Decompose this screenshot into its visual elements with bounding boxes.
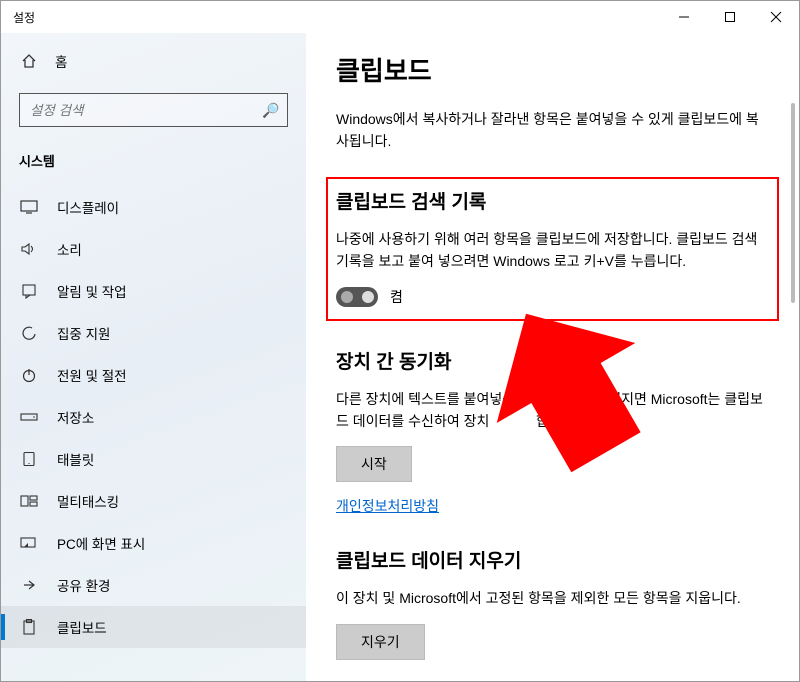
window-title: 설정 — [13, 9, 35, 26]
nav-label: 알림 및 작업 — [57, 281, 127, 301]
sidebar-item-sound[interactable]: 소리 — [1, 228, 306, 270]
nav-label: 태블릿 — [57, 449, 94, 469]
page-title: 클립보드 — [336, 51, 769, 88]
sidebar-item-storage[interactable]: 저장소 — [1, 396, 306, 438]
clear-desc: 이 장치 및 Microsoft에서 고정된 항목을 제외한 모든 항목을 지웁… — [336, 587, 769, 609]
nav-label: 멀티태스킹 — [57, 491, 119, 511]
clear-button[interactable]: 지우기 — [336, 624, 425, 660]
sidebar-item-power[interactable]: 전원 및 절전 — [1, 354, 306, 396]
content-scrollbar[interactable] — [789, 73, 797, 677]
maximize-icon — [724, 11, 736, 23]
clipboard-icon — [19, 619, 39, 635]
sidebar-item-shared[interactable]: 공유 환경 — [1, 564, 306, 606]
privacy-link[interactable]: 개인정보처리방침 — [336, 496, 439, 516]
nav-label: PC에 화면 표시 — [57, 533, 145, 553]
history-toggle[interactable] — [336, 287, 378, 307]
home-label: 홈 — [55, 51, 67, 71]
minimize-button[interactable] — [661, 1, 707, 33]
nav-label: 디스플레이 — [57, 197, 119, 217]
nav-label: 공유 환경 — [57, 575, 110, 595]
power-icon — [19, 367, 39, 383]
storage-icon — [19, 411, 39, 423]
sync-start-button[interactable]: 시작 — [336, 446, 412, 482]
sidebar-home[interactable]: 홈 — [1, 43, 306, 79]
sidebar-item-display[interactable]: 디스플레이 — [1, 186, 306, 228]
search-box[interactable]: 🔍 — [19, 93, 288, 127]
search-input[interactable] — [30, 103, 262, 118]
notifications-icon — [19, 283, 39, 299]
projecting-icon — [19, 536, 39, 550]
sidebar-category: 시스템 — [1, 147, 306, 186]
sound-icon — [19, 242, 39, 256]
shared-icon — [19, 577, 39, 593]
content-pane: 클립보드 Windows에서 복사하거나 잘라낸 항목은 붙여넣을 수 있게 클… — [306, 33, 799, 681]
sidebar-item-projecting[interactable]: PC에 화면 표시 — [1, 522, 306, 564]
sidebar-item-notifications[interactable]: 알림 및 작업 — [1, 270, 306, 312]
nav-label: 클립보드 — [57, 617, 107, 637]
annotation-highlight-box — [326, 177, 779, 321]
focus-icon — [19, 325, 39, 341]
maximize-button[interactable] — [707, 1, 753, 33]
window-controls — [661, 1, 799, 33]
nav-label: 집중 지원 — [57, 323, 110, 343]
titlebar: 설정 — [1, 1, 799, 33]
section-clear: 클립보드 데이터 지우기 이 장치 및 Microsoft에서 고정된 항목을 … — [336, 546, 769, 659]
sidebar: 홈 🔍 시스템 디스플레이 소리 알림 및 작업 집중 지원 — [1, 33, 306, 681]
nav-label: 소리 — [57, 239, 82, 259]
sidebar-item-tablet[interactable]: 태블릿 — [1, 438, 306, 480]
settings-window: 설정 홈 🔍 시스템 — [0, 0, 800, 682]
sidebar-item-clipboard[interactable]: 클립보드 — [1, 606, 306, 648]
scrollbar-thumb[interactable] — [791, 103, 795, 303]
sidebar-item-multitasking[interactable]: 멀티태스킹 — [1, 480, 306, 522]
close-icon — [770, 11, 782, 23]
page-intro: Windows에서 복사하거나 잘라낸 항목은 붙여넣을 수 있게 클립보드에 … — [336, 108, 769, 153]
clear-heading: 클립보드 데이터 지우기 — [336, 546, 769, 573]
tablet-icon — [19, 451, 39, 467]
sidebar-item-focus[interactable]: 집중 지원 — [1, 312, 306, 354]
section-clipboard-history: 클립보드 검색 기록 나중에 사용하기 위해 여러 항목을 클립보드에 저장합니… — [330, 181, 775, 317]
home-icon — [19, 53, 39, 69]
multitasking-icon — [19, 494, 39, 508]
nav-label: 전원 및 절전 — [57, 365, 127, 385]
annotation-arrow-icon — [486, 303, 646, 483]
search-icon: 🔍 — [262, 102, 279, 119]
display-icon — [19, 200, 39, 214]
close-button[interactable] — [753, 1, 799, 33]
body: 홈 🔍 시스템 디스플레이 소리 알림 및 작업 집중 지원 — [1, 33, 799, 681]
nav-label: 저장소 — [57, 407, 94, 427]
minimize-icon — [678, 11, 690, 23]
